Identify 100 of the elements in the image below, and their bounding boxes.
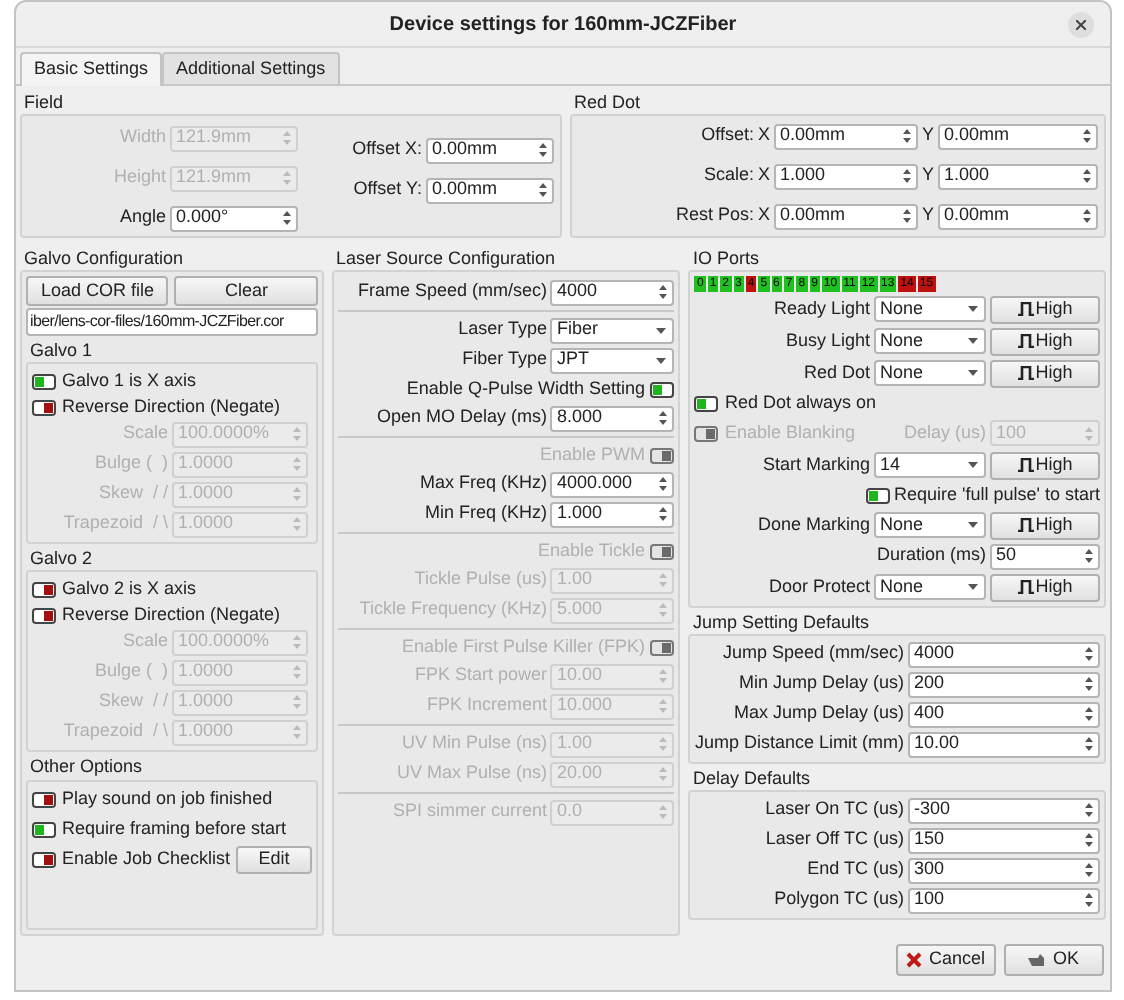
file-path-field[interactable]: iber/lens-cor-files/160mm-JCZFiber.cor — [26, 308, 318, 336]
spin-arrows-icon[interactable] — [658, 410, 669, 426]
toggle-switch[interactable] — [32, 792, 56, 808]
spin-arrows-icon[interactable] — [1084, 736, 1094, 752]
spin-box[interactable]: 150 — [908, 827, 1100, 853]
spin-box[interactable]: 1.000 — [550, 501, 675, 527]
tab[interactable]: Additional Settings — [162, 52, 340, 84]
spin-box[interactable]: -300 — [908, 797, 1100, 823]
spin-arrows-icon[interactable] — [1084, 706, 1094, 722]
spin-box[interactable]: 0.000° — [170, 205, 298, 231]
toggle-switch[interactable] — [866, 487, 890, 503]
field-label: Min Jump Delay (us) — [738, 670, 904, 697]
spin-box[interactable]: 0.00mm — [773, 123, 918, 149]
cancel-button[interactable]: Cancel — [896, 944, 996, 976]
spin-arrows-icon[interactable] — [1084, 892, 1094, 908]
spin-box[interactable]: 1.000 — [773, 163, 918, 189]
spin-box[interactable]: 300 — [908, 857, 1100, 883]
spin-arrows-icon[interactable] — [1084, 802, 1094, 818]
section-title: Galvo 2 — [28, 546, 95, 570]
toggle-switch[interactable] — [32, 581, 56, 597]
field-label: UV Max Pulse (ns) — [396, 760, 547, 787]
high-button[interactable]: High — [990, 327, 1100, 355]
spin-box[interactable]: 4000 — [550, 279, 675, 305]
toggle-switch[interactable] — [32, 822, 56, 838]
dropdown[interactable]: None — [874, 296, 986, 322]
toggle-switch[interactable] — [694, 395, 719, 411]
field-label: X — [757, 162, 770, 189]
field-label: Max Freq (KHz) — [419, 470, 547, 497]
spin-box[interactable]: 200 — [908, 671, 1100, 697]
section-title: Jump Setting Defaults — [690, 610, 872, 634]
spin-box[interactable]: 0.00mm — [426, 137, 554, 163]
spin-arrows-icon[interactable] — [1082, 168, 1092, 184]
field-label: X — [757, 202, 770, 229]
spin-box[interactable]: 0.00mm — [773, 203, 918, 229]
toggle-switch[interactable] — [650, 381, 675, 397]
spin-arrows-icon[interactable] — [1082, 128, 1092, 144]
spin-arrows-icon[interactable] — [658, 476, 669, 492]
spin-arrows-icon[interactable] — [538, 142, 548, 158]
spin-box[interactable]: 8.000 — [550, 405, 675, 431]
spin-box[interactable]: 0.00mm — [938, 203, 1098, 229]
spin-arrows-icon[interactable] — [282, 210, 292, 226]
spin-arrows-icon[interactable] — [901, 128, 912, 144]
field-label: Width — [119, 124, 166, 151]
spin-box[interactable]: 1.000 — [938, 163, 1098, 189]
dropdown[interactable]: None — [874, 328, 986, 354]
toggle-switch[interactable] — [32, 399, 56, 415]
spin-arrows-icon[interactable] — [1084, 548, 1094, 564]
high-button[interactable]: High — [990, 573, 1100, 601]
toggle-switch[interactable] — [32, 607, 56, 623]
spin-box[interactable]: 50 — [990, 543, 1100, 569]
section-title: Delay Defaults — [690, 766, 813, 790]
ok-button[interactable]: OK — [1004, 944, 1104, 976]
edit-button[interactable]: Edit — [236, 846, 312, 874]
dropdown[interactable]: JPT — [550, 347, 675, 373]
dropdown[interactable]: Fiber — [550, 317, 675, 343]
field-label: Tickle Frequency (KHz) — [359, 596, 547, 623]
load-cor-button[interactable]: Load COR file — [26, 276, 169, 306]
high-button[interactable]: High — [990, 295, 1100, 323]
field-label: SPI simmer current — [392, 798, 547, 825]
spin-arrows-icon[interactable] — [1084, 832, 1094, 848]
pulse-icon — [1017, 302, 1034, 316]
field-label: FPK Increment — [426, 692, 547, 719]
tab[interactable]: Basic Settings — [20, 52, 163, 86]
spin-arrows-icon[interactable] — [1084, 676, 1094, 692]
close-icon — [1076, 20, 1086, 30]
toggle-switch[interactable] — [32, 852, 56, 868]
field-label: Rest Pos: — [675, 202, 754, 229]
spin-box[interactable]: 4000.000 — [550, 471, 675, 497]
close-button[interactable] — [1068, 12, 1094, 38]
spin-box[interactable]: 10.00 — [908, 731, 1100, 757]
dropdown[interactable]: 14 — [874, 452, 986, 478]
dropdown[interactable]: None — [874, 360, 986, 386]
field-label: End TC (us) — [807, 856, 904, 883]
field-label: Enable Q-Pulse Width Setting — [406, 375, 645, 402]
spin-arrows-icon[interactable] — [901, 168, 912, 184]
spin-arrows-icon[interactable] — [1084, 862, 1094, 878]
field-label: Trapezoid / \ — [63, 510, 168, 537]
dropdown[interactable]: None — [874, 574, 986, 600]
caret-icon — [968, 370, 978, 376]
spin-box[interactable]: 0.00mm — [426, 177, 554, 203]
spin-arrows-icon[interactable] — [901, 208, 912, 224]
spin-box[interactable]: 4000 — [908, 641, 1100, 667]
spin-arrows-icon[interactable] — [1082, 208, 1092, 224]
field-label: Door Protect — [768, 573, 870, 600]
spin-box[interactable]: 100 — [908, 887, 1100, 913]
high-button[interactable]: High — [990, 511, 1100, 539]
clear-button[interactable]: Clear — [174, 276, 318, 306]
dropdown[interactable]: None — [874, 512, 986, 538]
high-button[interactable]: High — [990, 451, 1100, 479]
spin-arrows-icon[interactable] — [1084, 646, 1094, 662]
field-label: Open MO Delay (ms) — [376, 404, 547, 431]
spin-box[interactable]: 400 — [908, 701, 1100, 727]
high-button[interactable]: High — [990, 359, 1100, 387]
spin-arrows-icon[interactable] — [658, 506, 669, 522]
spin-box[interactable]: 0.00mm — [938, 123, 1098, 149]
field-label: Fiber Type — [462, 346, 547, 373]
toggle-switch[interactable] — [32, 373, 56, 389]
field-label: Angle — [119, 204, 166, 231]
spin-arrows-icon[interactable] — [658, 284, 669, 300]
spin-arrows-icon[interactable] — [538, 182, 548, 198]
